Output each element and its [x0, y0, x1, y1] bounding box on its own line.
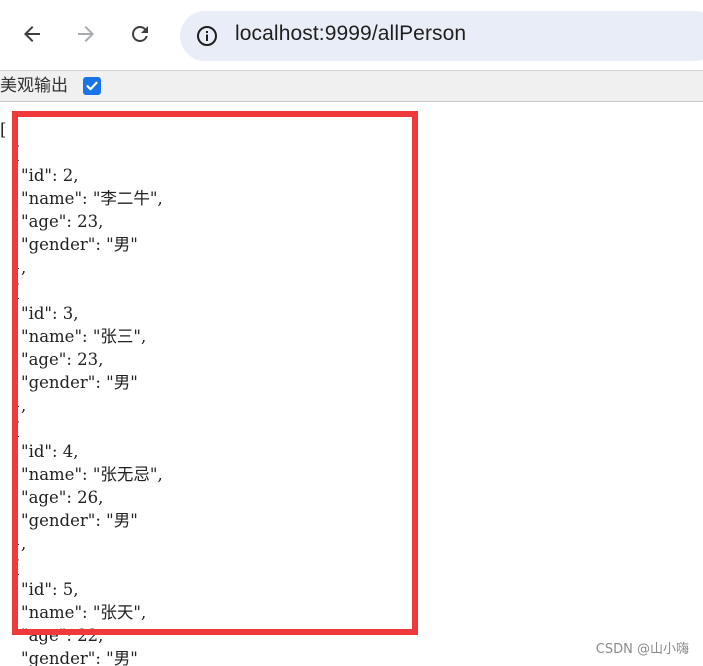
browser-window: localhost:9999/allPerson 美观输出 [ { "id": … [0, 0, 703, 666]
reload-button[interactable] [120, 14, 160, 54]
json-response-body: [ { "id": 2, "name": "李二牛", "age": 23, "… [0, 120, 163, 666]
back-button[interactable] [12, 14, 52, 54]
arrow-right-icon [78, 26, 94, 42]
info-circle-icon [197, 26, 217, 46]
arrow-left-icon [24, 26, 40, 42]
forward-button[interactable] [66, 14, 106, 54]
pretty-print-bar: 美观输出 [0, 70, 703, 102]
reload-icon [132, 26, 148, 42]
pretty-print-label: 美观输出 [0, 76, 68, 96]
watermark: CSDN @山小嗨 [595, 642, 689, 657]
checkmark-icon [86, 81, 98, 91]
pretty-print-checkbox[interactable] [83, 77, 101, 95]
site-info-button[interactable] [188, 17, 226, 55]
address-bar[interactable]: localhost:9999/allPerson [180, 11, 703, 61]
url-text: localhost:9999/allPerson [235, 22, 467, 45]
browser-toolbar: localhost:9999/allPerson [0, 0, 703, 70]
